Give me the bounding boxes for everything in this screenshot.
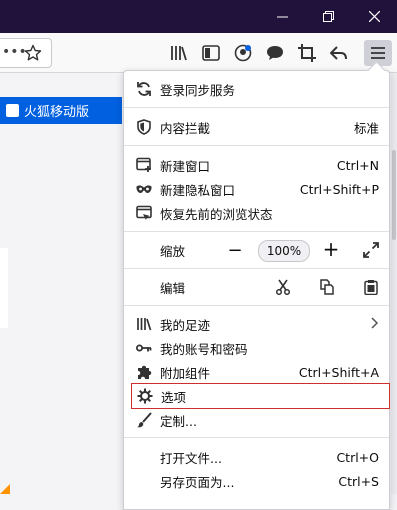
menu-label: 选项: [161, 389, 187, 405]
sidebar-button[interactable]: [198, 40, 224, 66]
menu-item-content-blocking[interactable]: 内容拦截 标准: [124, 115, 389, 139]
separator: [124, 231, 389, 232]
menu-label: 恢复先前的浏览状态: [160, 206, 273, 222]
menu-item-edit: 编辑: [124, 275, 389, 299]
minimize-icon: [276, 16, 288, 18]
mobile-bookmark-icon: [6, 104, 19, 117]
gear-icon: [137, 388, 153, 404]
screenshot-button[interactable]: [294, 40, 320, 66]
navigation-toolbar: •••: [0, 33, 397, 73]
shortcut: Ctrl+Shift+A: [298, 364, 379, 380]
puzzle-piece-icon: [136, 364, 152, 380]
menu-label: 附加组件: [160, 365, 211, 381]
bookmark-firefox-mobile[interactable]: 火狐移动版: [0, 97, 122, 124]
url-bar[interactable]: •••: [0, 38, 52, 68]
separator: [124, 107, 389, 108]
shortcut: Ctrl+N: [336, 157, 379, 173]
menu-item-library[interactable]: 我的足迹: [124, 312, 389, 336]
menu-item-customize[interactable]: 定制...: [124, 408, 389, 432]
shortcut: Ctrl+O: [336, 449, 379, 465]
private-mask-icon: [136, 181, 152, 197]
account-icon: [234, 44, 252, 62]
separator: [124, 305, 389, 306]
menu-item-logins[interactable]: 我的账号和密码: [124, 336, 389, 360]
paste-button[interactable]: [360, 276, 382, 298]
shield-icon: [136, 119, 152, 135]
zoom-reset-button[interactable]: 100%: [258, 240, 310, 262]
minimize-button[interactable]: [259, 0, 305, 33]
fullscreen-icon: [363, 242, 379, 258]
separator: [124, 437, 389, 438]
undo-arrow-icon: [330, 46, 347, 60]
menu-item-new-private-window[interactable]: 新建隐私窗口 Ctrl+Shift+P: [124, 177, 389, 201]
chat-button[interactable]: [262, 40, 288, 66]
menu-item-zoom: 缩放: [124, 238, 389, 262]
menu-label: 内容拦截: [160, 120, 211, 136]
menu-item-open-file[interactable]: 打开文件... Ctrl+O: [124, 445, 389, 469]
clipboard-icon: [364, 280, 378, 295]
separator: [124, 268, 389, 269]
menu-item-sync[interactable]: 登录同步服务: [124, 77, 389, 101]
zoom-out-button[interactable]: −: [224, 239, 246, 261]
paintbrush-icon: [136, 412, 152, 428]
library-icon: [136, 316, 152, 332]
scissors-icon: [275, 279, 291, 295]
copy-button[interactable]: [316, 276, 338, 298]
menu-label: 新建窗口: [160, 158, 211, 174]
back-button[interactable]: [326, 40, 352, 66]
restore-session-icon: [136, 205, 152, 221]
menu-label: 编辑: [160, 280, 186, 296]
shortcut: Ctrl+S: [338, 473, 379, 489]
speech-bubble-icon: [267, 46, 283, 60]
sync-icon: [136, 81, 152, 97]
sidebar-icon: [202, 45, 220, 61]
fullscreen-button[interactable]: [360, 239, 382, 261]
restore-icon: [322, 11, 334, 22]
decorative-shape: [0, 484, 10, 494]
library-icon: [171, 46, 187, 61]
crop-icon: [298, 44, 316, 62]
shortcut: Ctrl+Shift+P: [299, 181, 379, 197]
content-blocking-level: 标准: [353, 120, 379, 136]
menu-item-restore-session[interactable]: 恢复先前的浏览状态: [124, 201, 389, 225]
copy-icon: [320, 279, 334, 295]
menu-item-new-window[interactable]: 新建窗口 Ctrl+N: [124, 153, 389, 177]
menu-item-options[interactable]: 选项: [131, 383, 390, 409]
menu-item-save-page[interactable]: 另存页面为... Ctrl+S: [124, 469, 389, 493]
title-bar: [0, 0, 397, 33]
menu-label: 新建隐私窗口: [160, 182, 236, 198]
menu-item-addons[interactable]: 附加组件 Ctrl+Shift+A: [124, 360, 389, 384]
zoom-in-button[interactable]: +: [320, 237, 342, 261]
hamburger-menu-icon: [371, 47, 385, 59]
account-button[interactable]: [230, 40, 256, 66]
restore-button[interactable]: [305, 0, 351, 33]
menu-label: 登录同步服务: [160, 82, 236, 98]
library-button[interactable]: [166, 40, 192, 66]
page-panel-edge: [0, 248, 8, 328]
cut-button[interactable]: [272, 276, 294, 298]
close-icon: [368, 11, 380, 22]
menu-label: 缩放: [160, 243, 186, 259]
new-window-icon: [136, 157, 152, 173]
menu-label: 我的足迹: [160, 317, 211, 333]
bookmark-label: 火狐移动版: [24, 105, 90, 120]
separator: [124, 145, 389, 146]
key-icon: [136, 340, 152, 356]
bookmark-star-icon[interactable]: [24, 44, 42, 62]
scrollbar[interactable]: [391, 73, 397, 494]
chevron-right-icon: [371, 316, 379, 332]
menu-label: 定制...: [160, 413, 197, 429]
menu-label: 我的账号和密码: [160, 341, 248, 357]
close-button[interactable]: [351, 0, 397, 33]
menu-label: 另存页面为...: [160, 474, 235, 490]
menu-label: 打开文件...: [160, 450, 222, 466]
scrollbar-thumb[interactable]: [392, 150, 396, 240]
